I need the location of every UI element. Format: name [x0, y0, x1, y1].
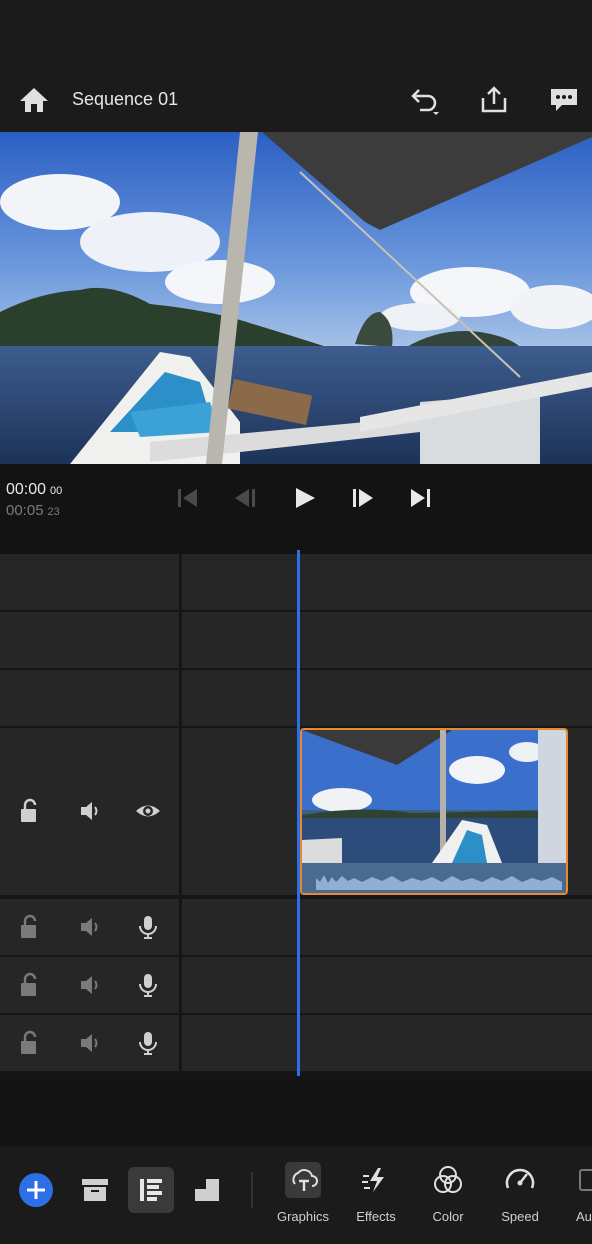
track-header: [0, 612, 179, 668]
current-frames: 00: [50, 485, 63, 497]
status-bar: [0, 0, 592, 68]
track-row-audio-2[interactable]: [0, 957, 592, 1013]
unlock-icon[interactable]: [17, 1030, 43, 1056]
color-icon: [434, 1166, 462, 1193]
track-row-audio-1[interactable]: [0, 899, 592, 955]
duration-frames: 23: [47, 506, 60, 518]
speed-label: Speed: [501, 1209, 539, 1224]
effects-icon: [362, 1168, 384, 1192]
track-divider: [179, 1015, 182, 1071]
color-tool[interactable]: Color: [416, 1162, 480, 1224]
archive-icon[interactable]: [80, 1176, 110, 1204]
visibility-eye-icon[interactable]: [135, 798, 161, 824]
track-row-graphics-2[interactable]: [0, 612, 592, 668]
effects-label: Effects: [356, 1209, 396, 1224]
home-icon[interactable]: [18, 86, 50, 114]
graphics-icon: [285, 1162, 321, 1198]
duration-time: 00:05: [6, 502, 44, 519]
unlock-icon[interactable]: [17, 798, 43, 824]
share-icon[interactable]: [478, 84, 510, 116]
track-divider: [179, 728, 182, 895]
sequence-title: Sequence 01: [72, 89, 179, 109]
undo-icon[interactable]: [408, 84, 440, 116]
audio-tool[interactable]: Au: [560, 1162, 592, 1224]
volume-icon[interactable]: [78, 972, 104, 998]
audio-icon: [579, 1169, 592, 1191]
comments-icon[interactable]: [548, 84, 580, 116]
video-clip-selected[interactable]: [300, 728, 568, 895]
microphone-icon[interactable]: [135, 972, 161, 998]
track-row-graphics-1[interactable]: [0, 670, 592, 726]
transport-bar: 00:00 00 00:05 23: [0, 464, 592, 554]
go-to-start-icon[interactable]: [174, 484, 202, 512]
add-media-icon[interactable]: [18, 1172, 54, 1208]
graphics-label: Graphics: [276, 1209, 330, 1224]
go-to-end-icon[interactable]: [406, 484, 434, 512]
timeline-list-icon: [140, 1179, 162, 1201]
toolbar-divider: [251, 1172, 253, 1208]
microphone-icon[interactable]: [135, 914, 161, 940]
track-divider: [179, 899, 182, 955]
volume-icon[interactable]: [78, 1030, 104, 1056]
graphics-tool[interactable]: Graphics: [271, 1162, 335, 1224]
speed-icon: [505, 1168, 535, 1189]
microphone-icon[interactable]: [135, 1030, 161, 1056]
audio-label: Au: [576, 1209, 592, 1224]
track-divider: [179, 670, 182, 726]
video-preview[interactable]: [0, 132, 592, 464]
volume-icon[interactable]: [78, 914, 104, 940]
aspect-ratio-icon[interactable]: [192, 1176, 222, 1204]
timeline-view-button[interactable]: [128, 1167, 174, 1213]
volume-icon[interactable]: [78, 798, 104, 824]
current-time: 00:00: [6, 481, 47, 498]
play-icon[interactable]: [290, 484, 318, 512]
color-label: Color: [432, 1209, 464, 1224]
unlock-icon[interactable]: [17, 914, 43, 940]
step-back-icon[interactable]: [232, 484, 260, 512]
effects-tool[interactable]: Effects: [344, 1162, 408, 1224]
track-header: [0, 670, 179, 726]
bottom-toolbar: Graphics Effects Color Speed Au: [0, 1146, 592, 1244]
track-divider: [179, 554, 182, 610]
current-timecode: 00:00 00: [6, 481, 62, 499]
track-header: [0, 728, 179, 895]
speed-tool[interactable]: Speed: [488, 1162, 552, 1224]
playhead[interactable]: [297, 550, 300, 1076]
app-header: Sequence 01: [0, 68, 592, 132]
track-divider: [179, 612, 182, 668]
step-forward-icon[interactable]: [348, 484, 376, 512]
duration-timecode: 00:05 23: [6, 502, 60, 519]
track-header: [0, 1015, 179, 1071]
track-divider: [179, 957, 182, 1013]
track-header: [0, 554, 179, 610]
track-header: [0, 899, 179, 955]
track-row-graphics-3[interactable]: [0, 554, 592, 610]
track-row-audio-3[interactable]: [0, 1015, 592, 1071]
track-header: [0, 957, 179, 1013]
unlock-icon[interactable]: [17, 972, 43, 998]
